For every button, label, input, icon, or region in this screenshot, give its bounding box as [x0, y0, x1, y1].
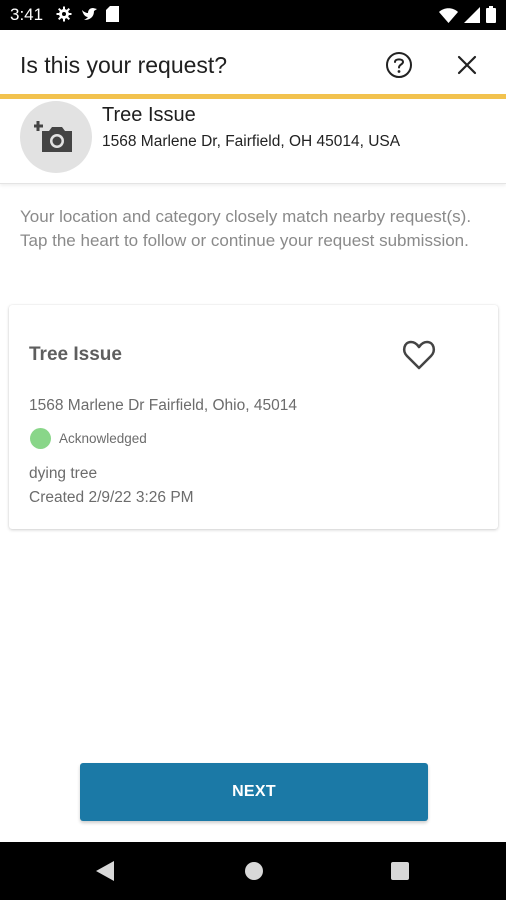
dialog-header: Is this your request? — [0, 30, 506, 94]
request-created-date: Created 2/9/22 3:26 PM — [29, 489, 194, 506]
follow-button[interactable] — [401, 338, 437, 372]
close-icon — [457, 55, 477, 75]
bird-icon — [80, 6, 98, 27]
battery-icon — [486, 6, 496, 28]
status-badge: Acknowledged — [59, 431, 147, 446]
status-time: 3:41 — [10, 5, 44, 24]
recents-square-icon[interactable] — [391, 862, 409, 885]
add-photo-camera-icon — [34, 121, 72, 152]
request-summary: Tree Issue 1568 Marlene Dr, Fairfield, O… — [0, 99, 506, 184]
status-bar: 3:41 — [0, 0, 506, 30]
status-notification-icons — [56, 6, 119, 27]
nearby-request-card[interactable]: Tree Issue 1568 Marlene Dr Fairfield, Oh… — [9, 305, 498, 529]
summary-address: 1568 Marlene Dr, Fairfield, OH 45014, US… — [102, 133, 401, 150]
sd-card-icon — [106, 6, 119, 27]
gear-icon — [56, 6, 72, 27]
help-button[interactable] — [384, 50, 414, 80]
add-photo-button[interactable] — [20, 101, 92, 173]
request-address: 1568 Marlene Dr Fairfield, Ohio, 45014 — [29, 397, 297, 414]
status-system-icons — [439, 6, 496, 28]
intro-text: Your location and category closely match… — [20, 207, 472, 250]
request-title: Tree Issue — [29, 344, 122, 365]
back-triangle-icon[interactable] — [96, 861, 114, 886]
wifi-icon — [439, 7, 458, 28]
cellular-signal-icon — [464, 6, 480, 28]
home-circle-icon[interactable] — [244, 861, 264, 886]
page-title: Is this your request? — [20, 52, 228, 78]
system-navigation-bar — [0, 842, 506, 900]
heart-outline-icon — [402, 340, 436, 370]
summary-category: Tree Issue — [102, 104, 196, 126]
next-button[interactable]: NEXT — [80, 763, 428, 821]
close-button[interactable] — [454, 52, 480, 78]
help-circle-icon — [386, 52, 412, 78]
request-description: dying tree — [29, 465, 98, 482]
status-indicator-dot — [30, 428, 51, 449]
